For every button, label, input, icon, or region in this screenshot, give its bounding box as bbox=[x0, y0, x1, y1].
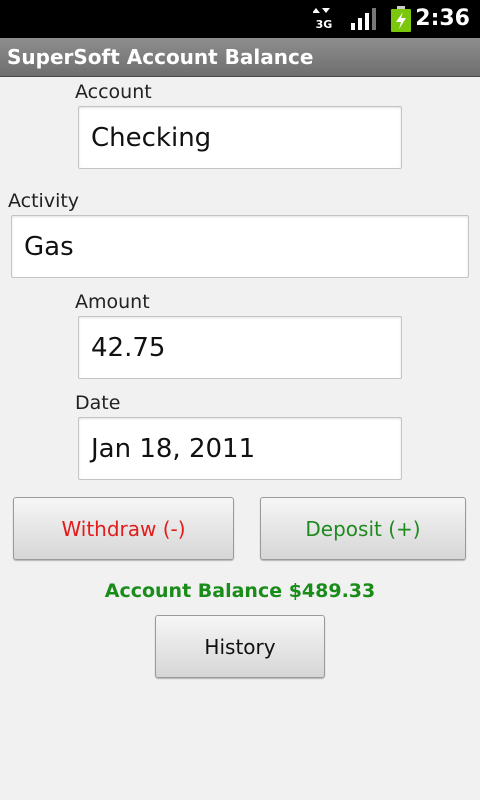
network-type: 3G bbox=[316, 18, 333, 31]
amount-field[interactable]: 42.75 bbox=[78, 316, 402, 379]
status-bar: 3G 2:36 bbox=[0, 0, 480, 38]
app-title: SuperSoft Account Balance bbox=[7, 45, 314, 69]
deposit-button-label: Deposit (+) bbox=[305, 516, 421, 541]
account-value: Checking bbox=[91, 122, 212, 153]
deposit-button[interactable]: Deposit (+) bbox=[260, 497, 466, 560]
activity-field[interactable]: Gas bbox=[11, 215, 469, 278]
activity-value: Gas bbox=[24, 231, 74, 262]
3g-data-icon: 3G bbox=[313, 8, 333, 31]
account-label: Account bbox=[75, 81, 152, 103]
account-balance: Account Balance $489.33 bbox=[104, 580, 376, 602]
date-field[interactable]: Jan 18, 2011 bbox=[78, 417, 402, 480]
date-value: Jan 18, 2011 bbox=[91, 433, 256, 464]
amount-label: Amount bbox=[75, 291, 150, 313]
account-field[interactable]: Checking bbox=[78, 106, 402, 169]
withdraw-button[interactable]: Withdraw (-) bbox=[13, 497, 234, 560]
activity-label: Activity bbox=[8, 190, 80, 212]
app-title-bar: SuperSoft Account Balance bbox=[0, 38, 480, 77]
amount-value: 42.75 bbox=[91, 332, 166, 363]
battery-charging-icon bbox=[391, 6, 411, 32]
signal-strength-icon bbox=[351, 8, 376, 30]
status-clock: 2:36 bbox=[415, 6, 470, 31]
date-label: Date bbox=[75, 392, 121, 414]
withdraw-button-label: Withdraw (-) bbox=[61, 516, 186, 541]
history-button-label: History bbox=[204, 634, 276, 659]
history-button[interactable]: History bbox=[155, 615, 325, 678]
